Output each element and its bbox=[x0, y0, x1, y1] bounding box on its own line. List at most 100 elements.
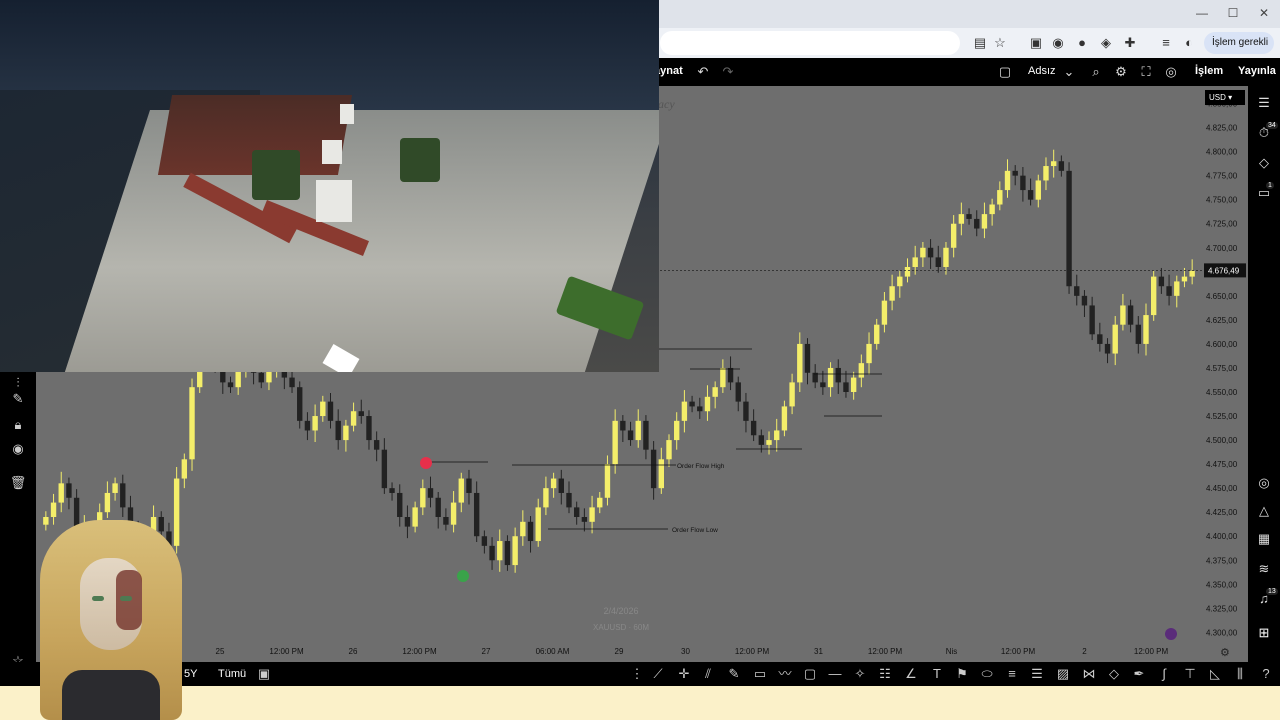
chevron-down-icon[interactable]: ⌄ bbox=[1060, 63, 1078, 81]
candle-body bbox=[258, 372, 264, 383]
pattern-tool-icon[interactable]: ✧ bbox=[851, 665, 869, 683]
candle-body bbox=[827, 367, 834, 388]
undo-icon[interactable]: ↶ bbox=[694, 63, 712, 81]
candle-body bbox=[804, 343, 811, 373]
price-axis-label: 4.550,00 bbox=[1206, 388, 1238, 397]
crosshair-tool-icon[interactable]: ✛ bbox=[675, 665, 693, 683]
list-tool-icon[interactable]: ≡ bbox=[1003, 665, 1021, 683]
pen-tool-icon[interactable]: ✒ bbox=[1130, 665, 1148, 683]
ellipse-tool-icon[interactable]: ⬭ bbox=[978, 665, 996, 683]
candle-body bbox=[366, 416, 372, 441]
help-icon[interactable]: ? bbox=[1257, 665, 1275, 683]
candle-body bbox=[843, 382, 849, 392]
spy-extension-icon[interactable]: ◈ bbox=[1097, 34, 1115, 52]
close-icon[interactable]: ✕ bbox=[1252, 4, 1276, 22]
candle-body bbox=[589, 507, 595, 522]
range-5y-button[interactable]: 5Y bbox=[184, 668, 197, 680]
angle-tool-icon[interactable]: ∠ bbox=[902, 665, 920, 683]
eye-icon[interactable]: ◉ bbox=[9, 440, 27, 458]
range-all-button[interactable]: Tümü bbox=[218, 668, 246, 680]
layout-icon[interactable]: ▢ bbox=[996, 63, 1014, 81]
profile-avatar-icon[interactable]: ◐ bbox=[1180, 34, 1198, 52]
layout-name[interactable]: Adsız bbox=[1028, 65, 1056, 77]
curve-tool-icon[interactable]: ∫ bbox=[1155, 665, 1173, 683]
fullscreen-icon[interactable]: ⛶ bbox=[1137, 63, 1155, 81]
minimize-icon[interactable]: — bbox=[1190, 4, 1214, 22]
candle-body bbox=[466, 478, 472, 493]
callout-tool-icon[interactable]: ▢ bbox=[801, 665, 819, 683]
candle-body bbox=[404, 517, 411, 527]
text-tool-icon[interactable]: T bbox=[928, 665, 946, 683]
maximize-icon[interactable]: ☐ bbox=[1221, 4, 1245, 22]
time-axis-label: Nis bbox=[946, 647, 958, 656]
candle-body bbox=[1081, 295, 1088, 306]
video-tree-2 bbox=[400, 138, 440, 182]
triangle-tool-icon[interactable]: ◺ bbox=[1206, 665, 1224, 683]
horizontal-line-tool-icon[interactable]: — bbox=[826, 665, 844, 683]
candle-body bbox=[1104, 343, 1111, 354]
stream-icon[interactable]: ≋ bbox=[1255, 560, 1273, 578]
candle-body bbox=[620, 420, 626, 431]
camera-icon[interactable]: ◎ bbox=[1162, 63, 1180, 81]
candle-body bbox=[66, 483, 72, 498]
candle-body bbox=[966, 214, 972, 219]
trendline-tool-icon[interactable]: ⟋ bbox=[649, 665, 667, 683]
image-tool-icon[interactable]: ▨ bbox=[1054, 665, 1072, 683]
bookmark-star-icon[interactable]: ☆ bbox=[991, 34, 1009, 52]
table-tool-icon[interactable]: ☰ bbox=[1028, 665, 1046, 683]
candle-body bbox=[435, 497, 441, 517]
price-axis-label: 4.600,00 bbox=[1206, 340, 1238, 349]
candle-body bbox=[1135, 324, 1141, 344]
action-required-button[interactable]: İşlem gerekli ⋮ bbox=[1204, 32, 1274, 70]
layers-icon[interactable]: ◇ bbox=[1255, 154, 1273, 172]
trash-icon[interactable]: 🗑︎ bbox=[9, 474, 27, 492]
channel-tool-icon[interactable]: ☷ bbox=[876, 665, 894, 683]
candle-body bbox=[397, 492, 403, 517]
quick-search-icon[interactable]: ⌕ bbox=[1087, 63, 1105, 81]
brush-icon[interactable]: ✎ bbox=[9, 390, 27, 408]
redo-icon[interactable]: ↷ bbox=[719, 63, 737, 81]
time-axis-label: 12:00 PM bbox=[1001, 647, 1036, 656]
currency-selector[interactable]: USD ▾ bbox=[1205, 90, 1245, 105]
time-axis-label: 06:00 AM bbox=[536, 647, 570, 656]
xabcd-tool-icon[interactable]: ⋈ bbox=[1080, 665, 1098, 683]
calendar-icon[interactable]: ▦ bbox=[1255, 530, 1273, 548]
date-range-icon[interactable]: ▣ bbox=[255, 665, 273, 683]
candle-body bbox=[674, 420, 680, 441]
candle-body bbox=[943, 247, 949, 267]
lock-icon[interactable]: 🔒︎ bbox=[9, 416, 27, 434]
puzzle-icon[interactable]: ✚ bbox=[1121, 34, 1139, 52]
clipboard-icon[interactable]: ▤ bbox=[971, 34, 989, 52]
record-extension-icon[interactable]: ● bbox=[1073, 34, 1091, 52]
brush-tool-icon[interactable]: ✎ bbox=[725, 665, 743, 683]
ideas-icon[interactable]: △ bbox=[1255, 502, 1273, 520]
eraser-tool-icon[interactable]: ◇ bbox=[1105, 665, 1123, 683]
fib-tool-icon[interactable]: ⫽ bbox=[699, 665, 717, 683]
candle-body bbox=[689, 401, 695, 407]
address-field[interactable] bbox=[660, 31, 960, 55]
buy-marker bbox=[457, 570, 469, 582]
extension-icon[interactable]: ▣ bbox=[1027, 34, 1045, 52]
trade-button[interactable]: İşlem bbox=[1195, 65, 1223, 77]
video-snow-block bbox=[316, 180, 352, 222]
candle-body bbox=[566, 492, 572, 508]
media-control-icon[interactable]: ≡ bbox=[1157, 34, 1175, 52]
path-tool-icon[interactable]: 〰 bbox=[776, 665, 794, 683]
candle-body bbox=[373, 440, 380, 450]
watchlist-icon[interactable]: ☰ bbox=[1255, 94, 1273, 112]
apps-grid-icon[interactable]: ⊞ bbox=[1255, 624, 1273, 642]
drag-handle-icon[interactable]: ⋮ bbox=[628, 665, 646, 683]
right-sidebar: ☰ ⏱ 34 ◇ ▭ 1 ◎ △ ▦ ≋ ♫ 13 ⊞ bbox=[1248, 86, 1280, 662]
target-icon[interactable]: ◎ bbox=[1255, 474, 1273, 492]
candle-body bbox=[727, 367, 734, 383]
flag-tool-icon[interactable]: ⚑ bbox=[953, 665, 971, 683]
candle-body bbox=[50, 502, 57, 517]
publish-button[interactable]: Yayınla bbox=[1238, 65, 1276, 77]
rectangle-tool-icon[interactable]: ▭ bbox=[751, 665, 769, 683]
fork-tool-icon[interactable]: ⊤ bbox=[1181, 665, 1199, 683]
audio-extension-icon[interactable]: ◉ bbox=[1049, 34, 1067, 52]
candle-body bbox=[112, 483, 118, 493]
settings-gear-icon[interactable]: ⚙ bbox=[1112, 63, 1130, 81]
candle-body bbox=[473, 492, 480, 537]
more-tools-icon[interactable]: ⫼ bbox=[1231, 665, 1249, 683]
